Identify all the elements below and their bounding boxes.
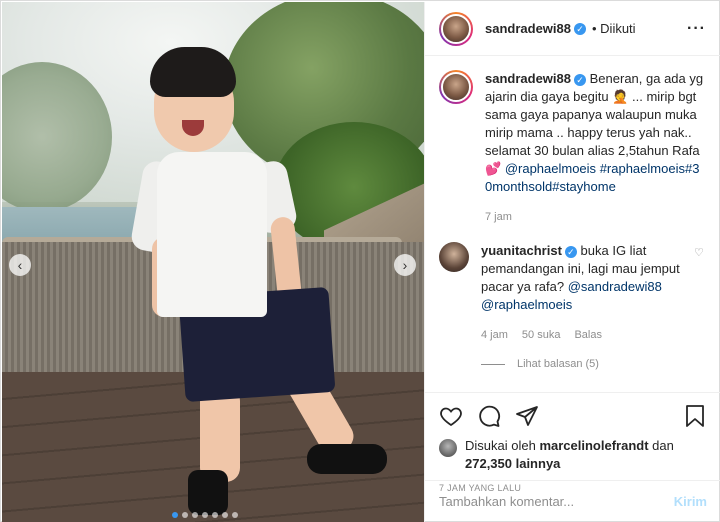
carousel-dot	[192, 512, 198, 518]
child-shirt	[157, 152, 267, 317]
verified-badge-icon: ✓	[564, 246, 577, 258]
likes-count[interactable]: 272,350 lainnya	[465, 456, 560, 471]
follow-status[interactable]: • Diikuti	[592, 21, 636, 36]
comment-time[interactable]: 4 jam	[481, 326, 508, 344]
caption-avatar[interactable]	[439, 70, 473, 104]
comment-body: yuanitachrist ✓ buka IG liat pemandangan …	[481, 242, 682, 344]
carousel-dot	[222, 512, 228, 518]
comment-username[interactable]: yuanitachrist	[481, 243, 562, 258]
caption-username[interactable]: sandradewi88	[485, 71, 571, 86]
liker-username[interactable]: marcelinolefrandt	[539, 438, 648, 453]
post-photo[interactable]: ‹ ›	[2, 2, 424, 522]
like-heart-icon[interactable]	[439, 404, 463, 428]
likes-prefix: Disukai oleh	[465, 438, 536, 453]
child-shoe-left	[188, 470, 228, 515]
post-side-panel: sandradewi88 ✓ • Diikuti ··· sandradewi8…	[424, 2, 720, 522]
comment-bubble-icon[interactable]	[477, 404, 501, 428]
child-shoe-right	[307, 444, 387, 474]
owner-username[interactable]: sandradewi88	[485, 21, 571, 36]
carousel-dot	[172, 512, 178, 518]
more-icon[interactable]: ···	[687, 20, 706, 38]
verified-badge-icon: ✓	[574, 74, 586, 86]
likes-and: dan	[652, 438, 674, 453]
carousel-next-icon[interactable]: ›	[394, 254, 416, 276]
share-paper-plane-icon[interactable]	[515, 404, 539, 428]
post-comment-button[interactable]: Kirim	[674, 494, 707, 509]
carousel-dot	[202, 512, 208, 518]
comment-reply-button[interactable]: Balas	[574, 326, 602, 344]
comment-likes[interactable]: 50 suka	[522, 326, 561, 344]
comments-area[interactable]: sandradewi88 ✓ Beneran, ga ada yg ajarin …	[425, 56, 720, 392]
action-icons	[439, 399, 706, 433]
post-header: sandradewi88 ✓ • Diikuti ···	[425, 2, 720, 56]
likes-text: Disukai oleh marcelinolefrandt dan 272,3…	[465, 437, 706, 473]
comment-like-heart-icon[interactable]: ♡	[694, 246, 706, 344]
caption-meta: 7 jam	[485, 208, 706, 226]
carousel-dots	[172, 512, 238, 518]
post-actions: Disukai oleh marcelinolefrandt dan 272,3…	[425, 392, 720, 493]
caption-mention[interactable]: @raphaelmoeis	[505, 161, 596, 176]
view-replies-label[interactable]: Lihat balasan (5)	[517, 358, 599, 370]
likes-summary: Disukai oleh marcelinolefrandt dan 272,3…	[439, 437, 706, 473]
view-replies[interactable]: Lihat balasan (5)	[481, 358, 706, 370]
comment-meta: 4 jam 50 suka Balas	[481, 326, 682, 344]
child-hair	[150, 47, 236, 97]
owner-avatar[interactable]	[439, 11, 473, 46]
carousel-dot	[212, 512, 218, 518]
instagram-post-frame: ‹ › sandradewi88 ✓ • Diikuti ··· sandrad…	[0, 0, 720, 522]
replies-line	[481, 363, 505, 365]
verified-badge-icon: ✓	[574, 22, 586, 35]
carousel-dot	[182, 512, 188, 518]
commenter-avatar[interactable]	[439, 242, 469, 272]
add-comment-bar: Kirim	[425, 480, 720, 522]
bookmark-icon[interactable]	[684, 404, 706, 428]
comment-row: yuanitachrist ✓ buka IG liat pemandangan …	[439, 242, 706, 344]
child-leg-left	[200, 387, 240, 482]
caption-time[interactable]: 7 jam	[485, 208, 512, 226]
add-comment-input[interactable]	[439, 494, 674, 509]
caption-row: sandradewi88 ✓ Beneran, ga ada yg ajarin …	[439, 70, 706, 226]
carousel-prev-icon[interactable]: ‹	[9, 254, 31, 276]
caption-body: sandradewi88 ✓ Beneran, ga ada yg ajarin …	[485, 70, 706, 226]
photo-child	[2, 2, 424, 522]
liker-avatar[interactable]	[439, 439, 457, 457]
carousel-dot	[232, 512, 238, 518]
